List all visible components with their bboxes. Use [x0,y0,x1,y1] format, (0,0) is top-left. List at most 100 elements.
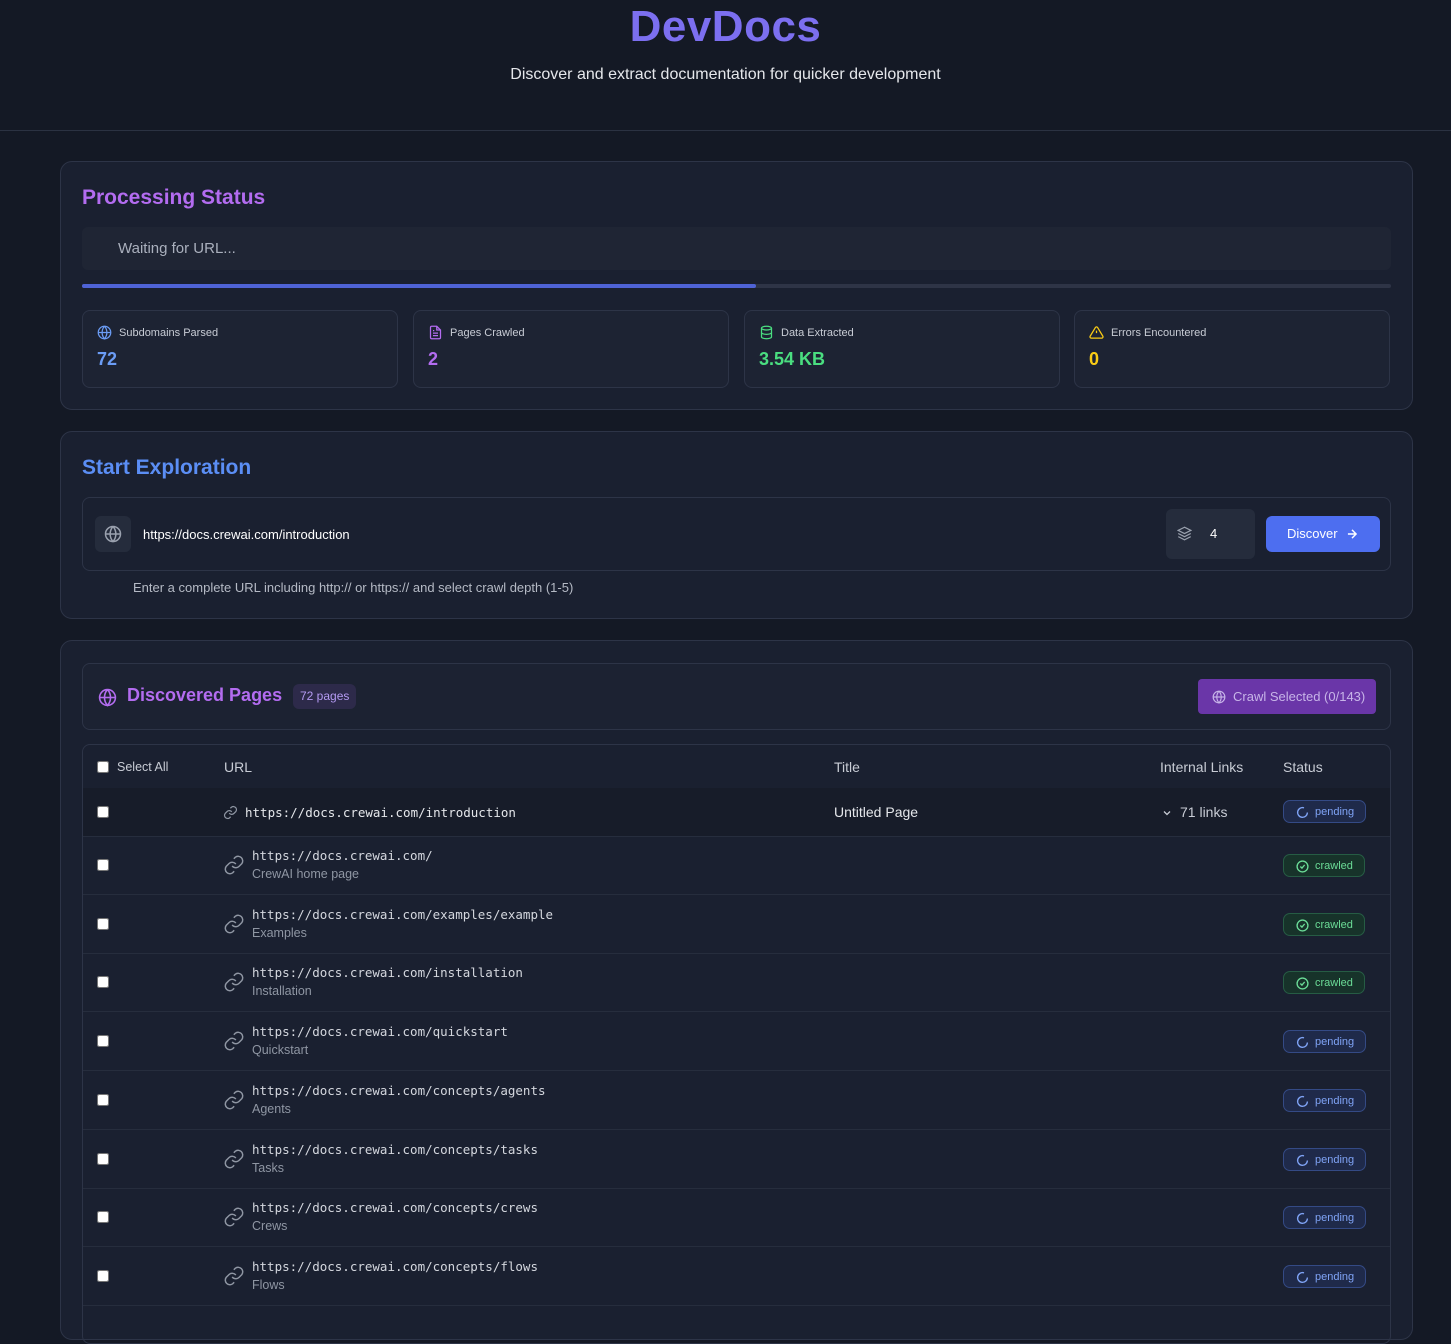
row-checkbox[interactable] [97,1269,109,1282]
row-checkbox[interactable] [97,1211,109,1224]
status-badge: crawled [1283,971,1365,995]
globe-icon [97,325,112,340]
status-badge: pending [1283,1147,1366,1171]
link-icon [223,854,245,881]
warning-icon [1089,326,1104,339]
loader-icon [1296,1271,1309,1283]
stat-pages-crawled: Pages Crawled 2 [413,310,729,388]
arrow-right-icon [1347,529,1358,539]
row-url[interactable]: https://docs.crewai.com/concepts/crews [252,1200,538,1215]
discovered-pages-title: Discovered Pages [127,685,283,705]
crawl-depth-value: 4 [1210,526,1218,541]
row-description: Flows [252,1277,285,1292]
status-label: pending [1315,1212,1355,1225]
link-icon [223,805,238,820]
row-checkbox[interactable] [97,859,109,871]
stat-label: Subdomains Parsed [119,327,219,339]
start-exploration-title: Start Exploration [82,456,252,479]
loader-icon [1296,1154,1309,1166]
row-url[interactable]: https://docs.crewai.com/examples/example [252,907,553,922]
database-icon [760,325,773,340]
row-checkbox[interactable] [97,1152,109,1165]
discovered-pages-card: Discovered Pages 72 pages Crawl Selected… [60,640,1413,1344]
globe-icon [1212,690,1226,704]
stat-value: 3.54 KB [759,349,826,369]
row-url[interactable]: https://docs.crewai.com/concepts/flows [252,1259,538,1274]
table-row: https://docs.crewai.com/concepts/crews Cr… [83,1189,1390,1248]
table-row: https://docs.crewai.com/concepts/flows Fl… [83,1248,1390,1306]
internal-links-count: 71 links [1180,804,1228,820]
progress-bar-fill [82,284,757,288]
table-row: https://docs.crewai.com/installation Inst… [83,954,1390,1013]
layers-icon [1177,526,1192,541]
table-row: https://docs.crewai.com/examples/example… [83,896,1390,954]
status-label: crawled [1315,860,1353,872]
stat-label: Errors Encountered [1111,327,1207,339]
stat-value: 0 [1089,349,1100,369]
row-description: Tasks [252,1160,284,1175]
status-label: pending [1315,806,1355,818]
row-checkbox[interactable] [97,806,109,818]
row-url[interactable]: https://docs.crewai.com/concepts/tasks [252,1142,538,1157]
row-checkbox[interactable] [97,976,109,989]
loader-icon [1296,1213,1309,1225]
link-icon [223,971,245,998]
row-description: Examples [252,925,307,940]
row-description: CrewAI home page [252,867,360,881]
stat-label: Data Extracted [781,327,854,339]
pages-count-badge: 72 pages [293,684,357,709]
row-url[interactable]: https://docs.crewai.com/concepts/agents [252,1083,546,1098]
url-input[interactable] [143,522,1043,546]
table-row: https://docs.crewai.com/concepts/agents A… [83,1072,1390,1130]
status-badge: pending [1283,800,1366,823]
row-description: Crews [252,1219,288,1234]
link-icon [223,1148,245,1175]
stat-label: Pages Crawled [450,327,525,339]
check-circle-icon [1296,977,1309,990]
crawl-selected-label: Crawl Selected (0/143) [1233,689,1366,704]
select-all-label: Select All [117,760,169,774]
stat-value: 2 [428,349,439,369]
processing-status-card: Processing Status Waiting for URL... Sub… [60,161,1413,410]
row-checkbox[interactable] [97,1035,109,1048]
row-url[interactable]: https://docs.crewai.com/installation [252,965,523,980]
pages-table: Select All URL Title Internal Links Stat… [82,744,1391,1344]
document-icon [429,325,442,340]
app-title: DevDocs [629,2,822,51]
progress-bar [82,284,1391,288]
status-label: pending [1315,1094,1355,1107]
crawl-depth-selector[interactable]: 4 [1166,509,1255,559]
row-url[interactable]: https://docs.crewai.com/ [252,848,433,863]
row-url[interactable]: https://docs.crewai.com/quickstart [252,1024,508,1039]
status-label: pending [1315,1270,1355,1283]
start-exploration-card: Start Exploration 4 Discover Enter a com… [60,431,1413,619]
status-label: crawled [1315,918,1353,931]
select-all-checkbox[interactable] [97,761,109,773]
link-icon [223,1030,245,1057]
status-label: crawled [1315,977,1353,990]
row-description: Quickstart [252,1043,309,1058]
stat-errors-encountered: Errors Encountered 0 [1074,310,1390,388]
globe-icon [98,688,117,707]
stat-data-extracted: Data Extracted 3.54 KB [744,310,1060,388]
crawl-selected-button[interactable]: Crawl Selected (0/143) [1198,679,1376,714]
row-checkbox[interactable] [97,1093,109,1106]
discovered-pages-header: Discovered Pages 72 pages Crawl Selected… [82,663,1391,730]
column-status: Status [1283,759,1323,775]
app-header: DevDocs Discover and extract documentati… [0,0,1451,131]
table-row: https://docs.crewai.com/introduction Unt… [83,788,1390,837]
discover-button[interactable]: Discover [1266,516,1380,552]
url-bar: 4 Discover [82,497,1391,571]
chevron-down-icon [1163,811,1171,816]
table-row: https://docs.crewai.com/CrewAI home page… [83,837,1390,895]
stat-value: 72 [97,349,118,369]
column-url: URL [224,759,253,775]
row-title: Untitled Page [834,804,919,820]
status-label: pending [1315,1153,1355,1166]
check-circle-icon [1296,860,1309,873]
status-badge: pending [1283,1206,1366,1230]
row-url[interactable]: https://docs.crewai.com/introduction [245,805,516,820]
check-circle-icon [1296,919,1309,932]
loader-icon [1296,1037,1309,1049]
row-checkbox[interactable] [97,917,109,930]
